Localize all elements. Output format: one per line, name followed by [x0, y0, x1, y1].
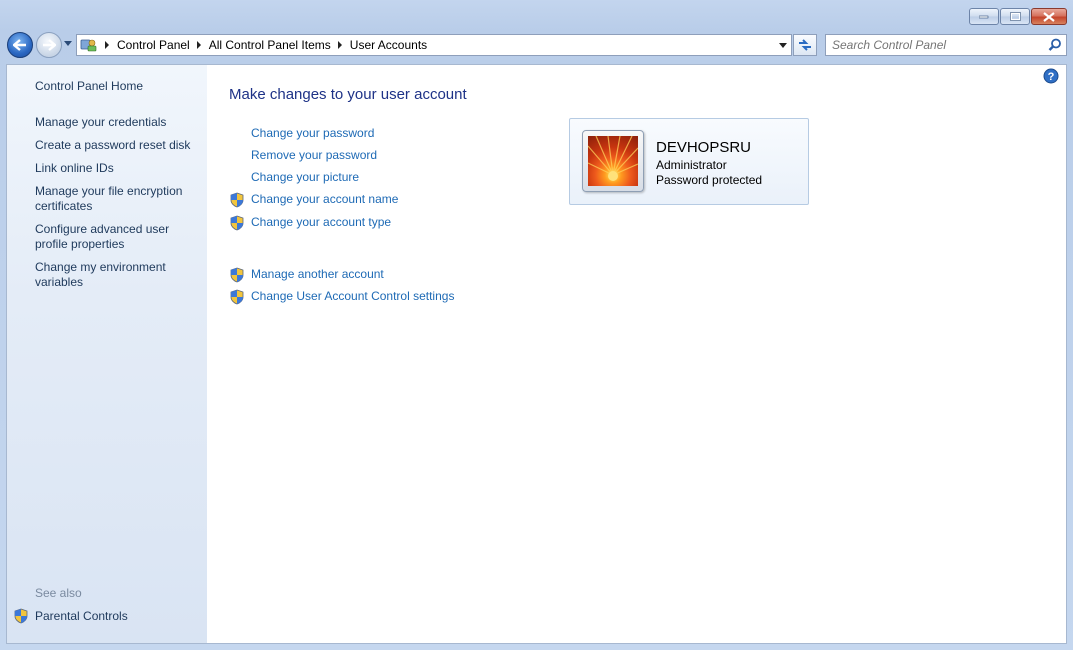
content-area: Control Panel Home Manage your credentia…: [6, 64, 1067, 644]
address-dropdown-icon[interactable]: [779, 43, 787, 48]
back-button[interactable]: [7, 32, 33, 58]
parental-controls-label: Parental Controls: [35, 609, 128, 623]
control-panel-home-link[interactable]: Control Panel Home: [35, 79, 200, 94]
sidebar-item-environment-variables[interactable]: Change my environment variables: [35, 260, 200, 290]
maximize-icon: [1009, 12, 1021, 21]
user-name: DEVHOPSRU: [656, 139, 752, 156]
recent-pages-chevron-icon[interactable]: [64, 41, 72, 46]
navigation-bar: Control Panel All Control Panel Items Us…: [0, 30, 1073, 60]
sidebar-item-link-online-ids[interactable]: Link online IDs: [35, 161, 200, 176]
uac-shield-icon: [230, 289, 244, 305]
uac-shield-icon: [14, 608, 28, 624]
task-pane: Control Panel Home Manage your credentia…: [7, 65, 207, 643]
help-icon[interactable]: ?: [1043, 68, 1059, 84]
user-role: Administrator: [656, 158, 727, 172]
uac-shield-icon: [230, 215, 244, 231]
breadcrumb: Control Panel All Control Panel Items Us…: [98, 38, 427, 52]
close-button[interactable]: [1031, 8, 1067, 25]
uac-shield-icon: [230, 267, 244, 283]
maximize-button[interactable]: [1000, 8, 1030, 25]
caption-buttons: [968, 8, 1067, 25]
change-account-name-link[interactable]: Change your account name: [251, 192, 398, 206]
breadcrumb-separator-icon: [337, 41, 342, 49]
remove-password-link[interactable]: Remove your password: [251, 148, 377, 162]
sidebar-item-file-encryption[interactable]: Manage your file encryption certificates: [35, 184, 200, 214]
user-picture: [588, 136, 638, 186]
back-arrow-icon: [13, 39, 26, 51]
breadcrumb-separator-icon: [105, 41, 109, 49]
breadcrumb-control-panel[interactable]: Control Panel: [117, 38, 190, 52]
main-pane: ? Make changes to your user account Chan…: [207, 65, 1066, 643]
window-frame: Control Panel All Control Panel Items Us…: [0, 0, 1073, 650]
uac-settings-link[interactable]: Change User Account Control settings: [251, 289, 454, 303]
refresh-icon: [799, 39, 811, 51]
see-also-heading: See also: [35, 586, 82, 600]
minimize-button[interactable]: [969, 8, 999, 25]
change-password-link[interactable]: Change your password: [251, 126, 374, 140]
sidebar-item-password-reset-disk[interactable]: Create a password reset disk: [35, 138, 200, 153]
user-password-status: Password protected: [656, 173, 763, 187]
close-icon: [1043, 11, 1055, 22]
breadcrumb-all-items[interactable]: All Control Panel Items: [209, 38, 331, 52]
search-icon[interactable]: [1048, 38, 1062, 52]
search-box[interactable]: [825, 34, 1067, 56]
user-account-tile: DEVHOPSRU Administrator Password protect…: [569, 118, 809, 205]
user-picture-frame: [582, 130, 644, 192]
minimize-icon: [979, 15, 989, 18]
page-title: Make changes to your user account: [229, 86, 467, 103]
breadcrumb-separator-icon: [196, 41, 201, 49]
parental-controls-link[interactable]: Parental Controls: [13, 608, 128, 624]
forward-button[interactable]: [36, 32, 62, 58]
flower-icon: [588, 136, 638, 181]
forward-arrow-icon: [43, 39, 56, 51]
sidebar-item-advanced-profile[interactable]: Configure advanced user profile properti…: [35, 222, 200, 252]
manage-another-account-link[interactable]: Manage another account: [251, 267, 384, 281]
change-account-type-link[interactable]: Change your account type: [251, 215, 391, 229]
uac-shield-icon: [230, 192, 244, 208]
svg-text:?: ?: [1048, 71, 1055, 83]
search-input[interactable]: [832, 36, 1042, 54]
sidebar-item-manage-credentials[interactable]: Manage your credentials: [35, 115, 200, 130]
breadcrumb-user-accounts[interactable]: User Accounts: [350, 38, 427, 52]
control-panel-icon: [80, 39, 97, 52]
address-bar[interactable]: Control Panel All Control Panel Items Us…: [76, 34, 792, 56]
refresh-button[interactable]: [793, 34, 817, 56]
change-picture-link[interactable]: Change your picture: [251, 170, 359, 184]
